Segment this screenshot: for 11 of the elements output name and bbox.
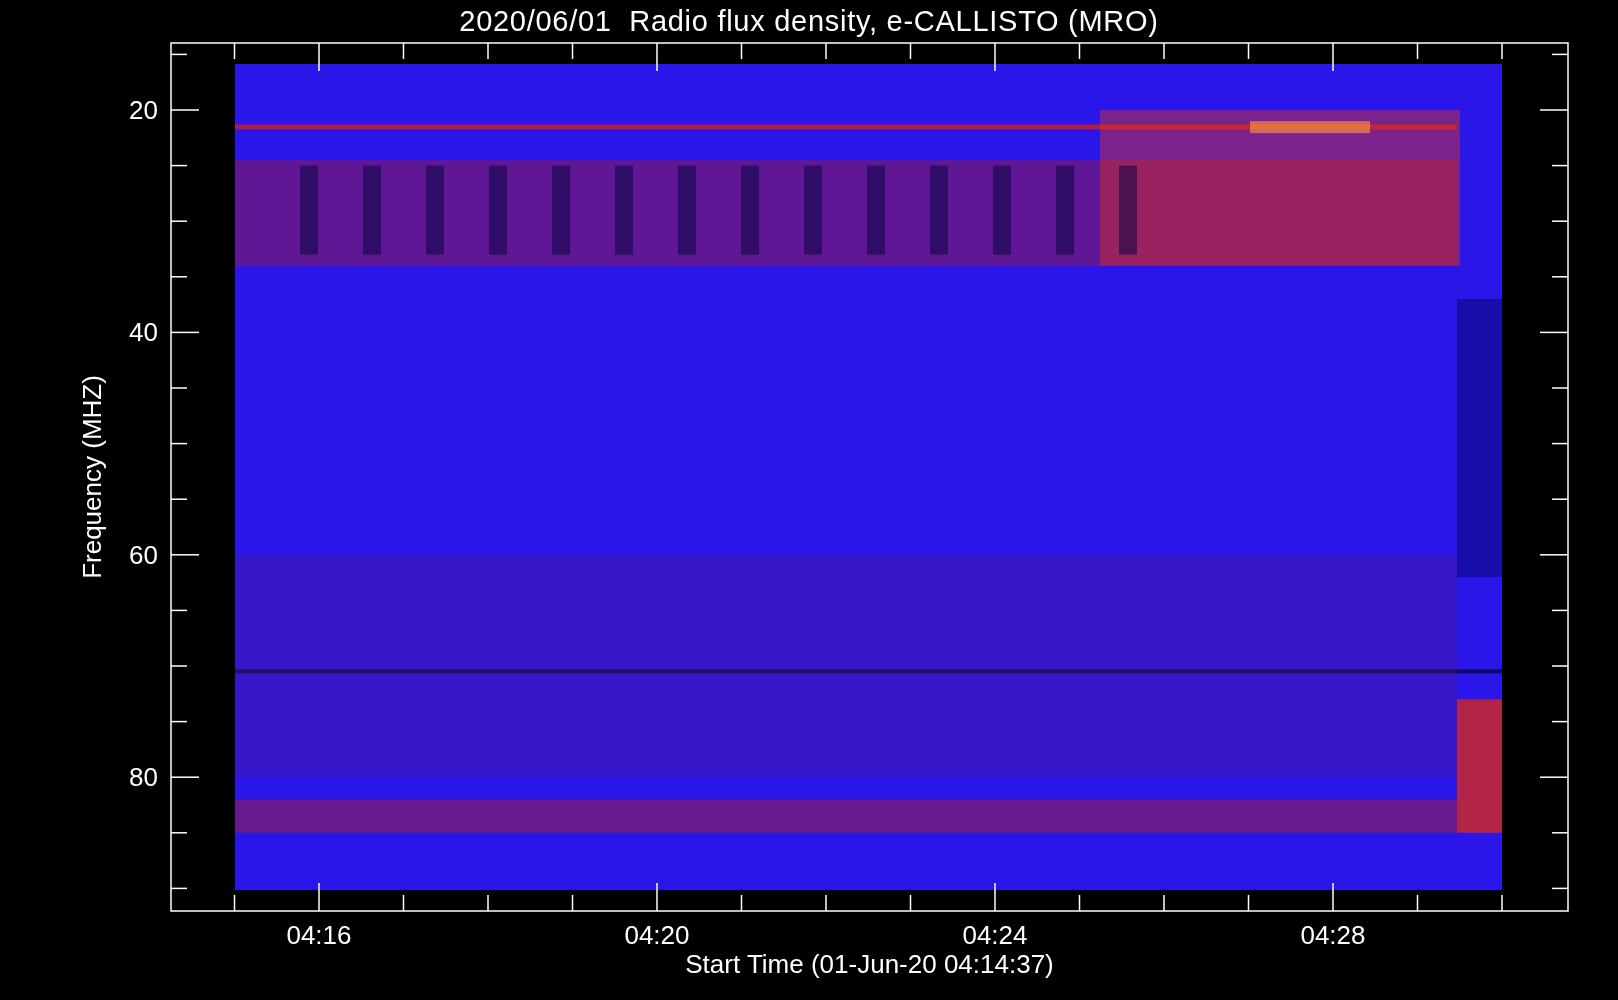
axis-title: Frequency (MHZ) [77,375,107,579]
axis-tick-label: 04:16 [286,920,352,950]
axis-title: Start Time (01-Jun-20 04:14:37) [685,949,1054,979]
axis-tick-label: 04:20 [624,920,690,950]
axis-tick-label: 04:24 [962,920,1028,950]
axis-tick-label: 40 [129,317,158,348]
axis-tick-label: 60 [129,539,158,570]
chart-title: 2020/06/01 Radio flux density, e-CALLISTO (MRO) [459,6,1159,36]
axis-tick-label: 80 [129,762,158,793]
axis-tick-label: 04:28 [1300,920,1366,950]
axis-tick-label: 20 [129,95,158,125]
